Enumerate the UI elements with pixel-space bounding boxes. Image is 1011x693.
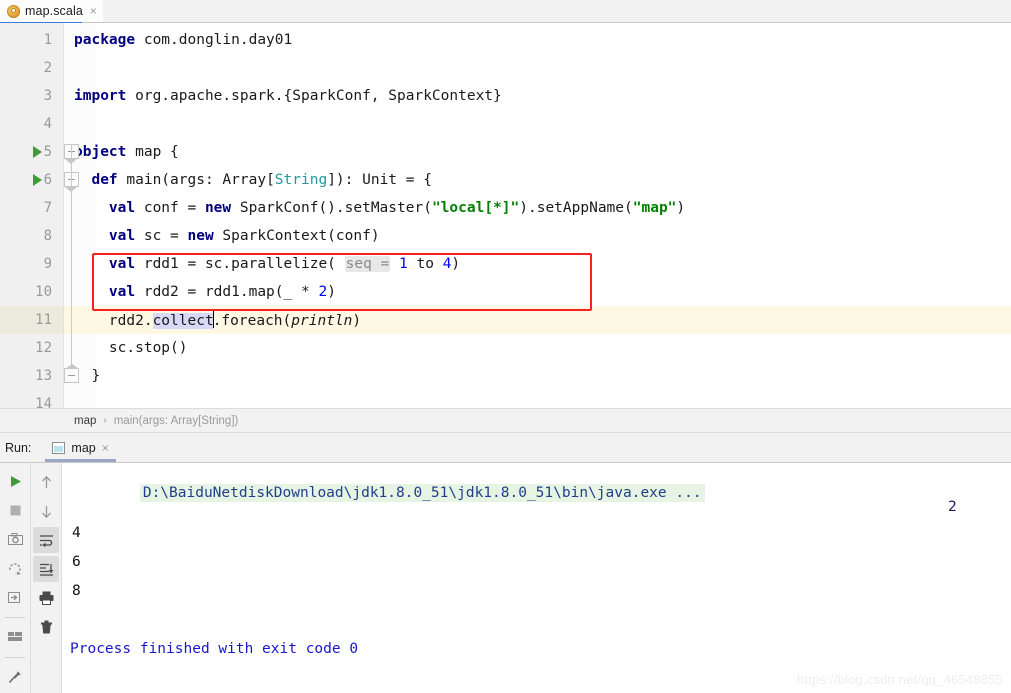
layout-settings-icon[interactable]	[2, 624, 28, 650]
line-number: 11	[35, 312, 52, 328]
code-line-text: rdd2.collect.foreach(println)	[74, 311, 362, 329]
console-output-line: 8	[72, 583, 81, 599]
scroll-to-end-icon[interactable]	[33, 556, 59, 582]
line-number: 1	[43, 32, 52, 48]
code-line[interactable]: 2	[0, 54, 1011, 82]
console-output-line: 6	[72, 554, 81, 570]
run-window-label: Run:	[5, 440, 32, 455]
watermark: https://blog.csdn.net/qq_46548855	[796, 672, 1003, 687]
fold-region-line	[71, 144, 72, 368]
line-number: 14	[35, 396, 52, 408]
code-line-text: object map {	[74, 144, 179, 160]
run-console-toolbar	[31, 463, 61, 693]
code-line[interactable]: 9 val rdd1 = sc.parallelize( seq = 1 to …	[0, 250, 1011, 278]
line-number: 3	[43, 88, 52, 104]
code-line[interactable]: 4	[0, 110, 1011, 138]
screenshot-icon[interactable]	[2, 527, 28, 553]
console-output[interactable]: D:\BaiduNetdiskDownload\jdk1.8.0_51\jdk1…	[62, 463, 1011, 693]
run-line-arrow-icon[interactable]	[33, 174, 42, 186]
line-number: 5	[43, 144, 52, 160]
console-right-value: 2	[948, 499, 957, 515]
breadcrumb-separator-icon: ›	[103, 415, 107, 426]
run-tab-map[interactable]: map ×	[45, 433, 116, 462]
line-number: 13	[35, 368, 52, 384]
line-number: 2	[43, 60, 52, 76]
code-line[interactable]: 1 package com.donglin.day01	[0, 26, 1011, 54]
editor-tab-map-scala[interactable]: map.scala ×	[0, 0, 103, 22]
pin-tab-icon[interactable]	[2, 664, 28, 690]
console-exit-message: Process finished with exit code 0	[70, 641, 359, 657]
console-command-text: D:\BaiduNetdiskDownload\jdk1.8.0_51\jdk1…	[139, 484, 705, 502]
code-line[interactable]: 10 val rdd2 = rdd1.map(_ * 2)	[0, 278, 1011, 306]
run-tab-label: map	[71, 440, 96, 455]
code-line[interactable]: 14	[0, 390, 1011, 408]
dump-threads-icon[interactable]	[2, 584, 28, 610]
breadcrumb-item-object[interactable]: map	[74, 415, 96, 427]
code-line[interactable]: 8 val sc = new SparkContext(conf)	[0, 222, 1011, 250]
code-line[interactable]: 11 rdd2.collect.foreach(println)	[0, 306, 1011, 334]
code-line-text: val rdd1 = sc.parallelize( seq = 1 to 4)	[108, 256, 461, 272]
line-number: 6	[43, 172, 52, 188]
run-tool-window-body: D:\BaiduNetdiskDownload\jdk1.8.0_51\jdk1…	[0, 463, 1011, 693]
code-line[interactable]: 6 def main(args: Array[String]): Unit = …	[0, 166, 1011, 194]
console-output-line: 4	[72, 525, 81, 541]
run-tab-active-indicator	[45, 459, 116, 462]
code-editor[interactable]: 1 package com.donglin.day01 2 3 import org.a…	[0, 23, 1011, 408]
line-number: 4	[43, 116, 52, 132]
toolbar-divider	[5, 617, 25, 619]
rerun-failed-tests-icon[interactable]	[2, 556, 28, 582]
clear-all-icon[interactable]	[33, 614, 59, 640]
code-line-text: val rdd2 = rdd1.map(_ * 2)	[108, 284, 336, 300]
line-number: 9	[43, 256, 52, 272]
breadcrumb[interactable]: map › main(args: Array[String])	[0, 408, 1011, 433]
close-icon[interactable]: ×	[102, 441, 109, 455]
stop-icon[interactable]	[2, 498, 28, 524]
rerun-icon[interactable]	[2, 469, 28, 495]
editor-tab-label: map.scala	[25, 4, 83, 18]
line-number: 8	[43, 228, 52, 244]
line-number: 12	[35, 340, 52, 356]
code-line-text: val conf = new SparkConf().setMaster("lo…	[108, 200, 686, 216]
code-line[interactable]: 13 }	[0, 362, 1011, 390]
editor-tab-bar: map.scala ×	[0, 0, 1011, 25]
code-line[interactable]: 5 object map {	[0, 138, 1011, 166]
scala-file-icon	[7, 4, 20, 18]
fold-marker-end[interactable]	[64, 364, 79, 383]
code-line-text: sc.stop()	[74, 340, 188, 356]
code-line[interactable]: 7 val conf = new SparkConf().setMaster("…	[0, 194, 1011, 222]
console-command-line: D:\BaiduNetdiskDownload\jdk1.8.0_51\jdk1…	[70, 469, 705, 517]
up-arrow-icon[interactable]	[33, 469, 59, 495]
print-icon[interactable]	[33, 585, 59, 611]
code-line-text: val sc = new SparkContext(conf)	[108, 228, 380, 244]
run-left-toolbar	[0, 463, 30, 693]
line-number: 7	[43, 200, 52, 216]
breadcrumb-item-method[interactable]: main(args: Array[String])	[114, 415, 239, 427]
soft-wrap-icon[interactable]	[33, 527, 59, 553]
code-line-text: def main(args: Array[String]): Unit = {	[74, 172, 432, 188]
toolbar-divider-2	[5, 657, 25, 659]
run-line-arrow-icon[interactable]	[33, 146, 42, 158]
code-line-text: import org.apache.spark.{SparkConf, Spar…	[74, 88, 502, 104]
code-lines-container: 1 package com.donglin.day01 2 3 import org.a…	[0, 23, 1011, 408]
close-icon[interactable]: ×	[90, 5, 97, 17]
code-line[interactable]: 3 import org.apache.spark.{SparkConf, Spa…	[0, 82, 1011, 110]
code-line[interactable]: 12 sc.stop()	[0, 334, 1011, 362]
down-arrow-icon[interactable]	[33, 498, 59, 524]
run-config-icon	[52, 441, 66, 454]
intellij-idea-window: map.scala × 1 package com.donglin.day01 2 3…	[0, 0, 1011, 693]
run-tool-window-header: Run: map ×	[0, 433, 1011, 463]
line-number: 10	[35, 284, 52, 300]
code-line-text: package com.donglin.day01	[74, 32, 293, 48]
